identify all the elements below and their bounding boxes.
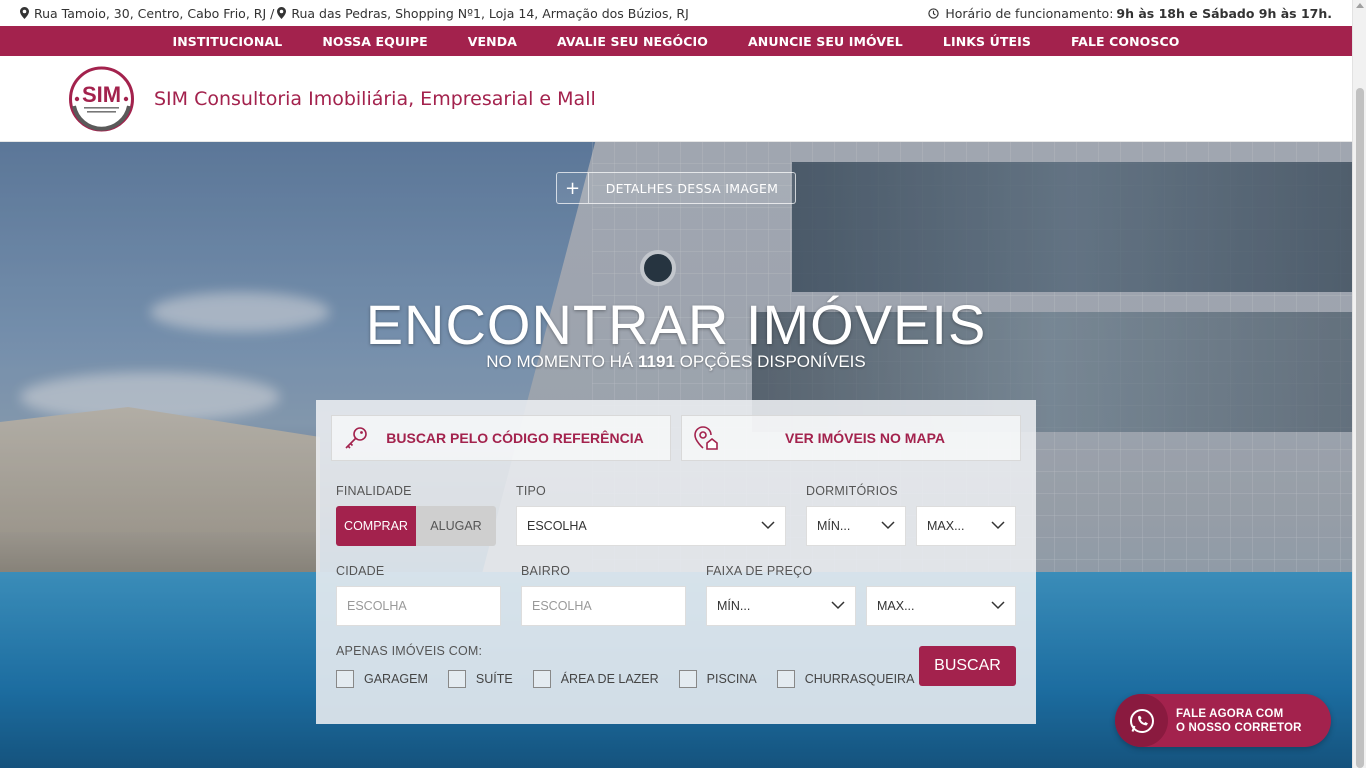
preco-label: FAIXA DE PREÇO [706,564,813,578]
search-button[interactable]: BUSCAR [919,646,1016,686]
tipo-select[interactable]: ESCOLHA [516,506,786,546]
checkbox-box[interactable] [447,670,466,688]
dorm-min-value: MÍN... [817,519,851,533]
whatsapp-line-1: FALE AGORA COM [1176,707,1284,720]
map-pin-icon [277,7,287,19]
scroll-up-icon[interactable] [1356,3,1364,8]
scroll-thumb[interactable] [1356,88,1364,768]
whatsapp-line-2: O NOSSO CORRETOR [1176,721,1302,734]
nav-item-fale-conosco[interactable]: FALE CONOSCO [1051,34,1200,49]
checkbox-label: GARAGEM [364,672,428,686]
clock-icon [928,7,942,19]
whatsapp-text: FALE AGORA COM O NOSSO CORRETOR [1168,707,1302,735]
subtitle-prefix: NO MOMENTO HÁ [486,352,634,371]
preco-min-select[interactable]: MÍN... [706,586,856,626]
map-house-icon [682,416,730,460]
checkbox-box[interactable] [336,670,354,688]
main-nav: INSTITUCIONAL NOSSA EQUIPE VENDA AVALIE … [0,26,1352,56]
dormitorios-label: DORMITÓRIOS [806,484,898,498]
brand-name[interactable]: SIM Consultoria Imobiliária, Empresarial… [154,88,596,110]
plus-icon: + [557,173,589,203]
checkbox-box[interactable] [678,670,697,688]
hours-label: Horário de funcionamento: [945,5,1114,21]
checkbox-label: SUÍTE [475,672,513,686]
address-buzios: Rua das Pedras, Shopping Nº1, Loja 14, A… [291,5,689,21]
search-panel: BUSCAR PELO CÓDIGO REFERÊNCIA VER IMÓVEI… [316,400,1036,724]
nav-item-institucional[interactable]: INSTITUCIONAL [152,34,302,49]
cidade-input[interactable]: ESCOLHA [336,586,501,626]
logo[interactable]: SIM [68,66,135,132]
chevron-down-icon [991,601,1005,610]
option-comprar[interactable]: COMPRAR [336,506,416,546]
checkbox-area-de-lazer[interactable]: ÁREA DE LAZER [532,670,659,688]
map-pin-icon [20,7,29,19]
checkbox-box[interactable] [776,670,795,688]
dorm-max-value: MAX... [927,519,965,533]
checkbox-label: CHURRASQUEIRA [804,672,915,686]
chevron-down-icon [761,521,775,530]
nav-item-nossa-equipe[interactable]: NOSSA EQUIPE [302,34,447,49]
hours-value: 9h às 18h e Sábado 9h às 17h. [1116,5,1332,21]
whatsapp-contact-button[interactable]: FALE AGORA COM O NOSSO CORRETOR [1115,694,1331,747]
checkbox-piscina[interactable]: PISCINA [678,670,757,688]
bairro-input[interactable]: ESCOLHA [521,586,686,626]
search-by-reference-button[interactable]: BUSCAR PELO CÓDIGO REFERÊNCIA [331,415,671,461]
whatsapp-icon [1115,694,1168,747]
address-cabo-frio: Rua Tamoio, 30, Centro, Cabo Frio, RJ / [34,5,275,21]
checkbox-garagem[interactable]: GARAGEM [336,670,428,688]
chevron-down-icon [991,521,1005,530]
image-details-label: DETALHES DESSA IMAGEM [605,180,779,196]
bairro-label: BAIRRO [521,564,571,578]
hero-subtitle: NO MOMENTO HÁ 1191 OPÇÕES DISPONÍVEIS [0,352,1352,372]
tipo-label: TIPO [516,484,546,498]
cidade-label: CIDADE [336,564,385,578]
subtitle-suffix: OPÇÕES DISPONÍVEIS [679,352,866,371]
nav-item-links-uteis[interactable]: LINKS ÚTEIS [923,34,1051,49]
svg-text:SIM: SIM [82,82,121,107]
hero-section: + DETALHES DESSA IMAGEM ENCONTRAR IMÓVEI… [0,142,1352,768]
nav-item-venda[interactable]: VENDA [448,34,537,49]
apenas-label: APENAS IMÓVEIS COM: [336,644,483,658]
checkbox-label: ÁREA DE LAZER [560,672,659,686]
available-count: 1191 [638,352,675,371]
view-on-map-button[interactable]: VER IMÓVEIS NO MAPA [681,415,1021,461]
dorm-min-select[interactable]: MÍN... [806,506,906,546]
checkbox-churrasqueira[interactable]: CHURRASQUEIRA [776,670,915,688]
chevron-down-icon [881,521,895,530]
search-by-reference-label: BUSCAR PELO CÓDIGO REFERÊNCIA [386,430,644,446]
hero-title: ENCONTRAR IMÓVEIS [365,293,987,356]
checkbox-suite[interactable]: SUÍTE [447,670,513,688]
view-on-map-label: VER IMÓVEIS NO MAPA [785,430,945,446]
preco-max-value: MAX... [877,599,915,613]
nav-item-anuncie[interactable]: ANUNCIE SEU IMÓVEL [728,34,923,49]
feature-checkboxes: GARAGEM SUÍTE ÁREA DE LAZER PISCINA CHUR… [336,670,934,688]
finalidade-label: FINALIDADE [336,484,412,498]
site-header: SIM SIM Consultoria Imobiliária, Empresa… [0,56,1352,142]
chevron-down-icon [831,601,845,610]
checkbox-box[interactable] [532,670,551,688]
page-scrollbar[interactable] [1352,0,1366,768]
address-group: Rua Tamoio, 30, Centro, Cabo Frio, RJ / … [20,6,689,21]
tipo-value: ESCOLHA [527,519,587,533]
preco-min-value: MÍN... [717,599,751,613]
dorm-max-select[interactable]: MAX... [916,506,1016,546]
top-info-bar: Rua Tamoio, 30, Centro, Cabo Frio, RJ / … [0,0,1352,26]
nav-item-avalie[interactable]: AVALIE SEU NEGÓCIO [537,34,728,49]
preco-max-select[interactable]: MAX... [866,586,1016,626]
opening-hours: Horário de funcionamento: 9h às 18h e Sá… [928,6,1332,21]
image-details-button[interactable]: + DETALHES DESSA IMAGEM [556,172,796,204]
option-alugar[interactable]: ALUGAR [416,506,496,546]
checkbox-label: PISCINA [706,672,757,686]
finalidade-toggle: COMPRAR ALUGAR [336,506,496,546]
key-icon [332,416,380,460]
